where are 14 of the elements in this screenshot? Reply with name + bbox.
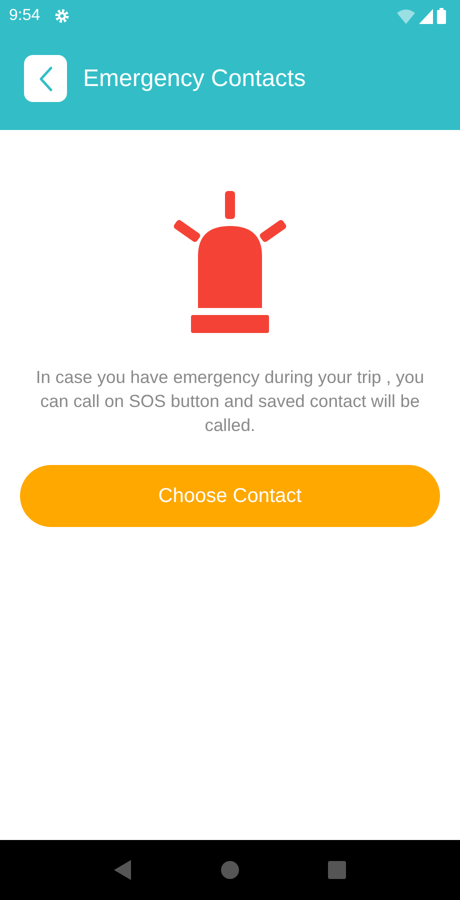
chevron-left-icon [38,66,54,92]
home-nav-icon[interactable] [220,861,239,879]
siren-icon [173,191,287,335]
choose-contact-button[interactable]: Choose Contact [20,465,440,527]
recents-nav-icon[interactable] [328,861,346,879]
back-button[interactable] [24,55,67,102]
settings-icon [54,8,70,24]
back-nav-icon[interactable] [114,860,132,880]
battery-icon [437,8,446,24]
wifi-icon [397,8,415,24]
status-time: 9:54 [9,7,40,25]
signal-icon [419,8,433,24]
info-text: In case you have emergency during your trip , you can call on SOS button and saved contact will be called. [34,366,426,437]
page-title: Emergency Contacts [83,64,306,92]
